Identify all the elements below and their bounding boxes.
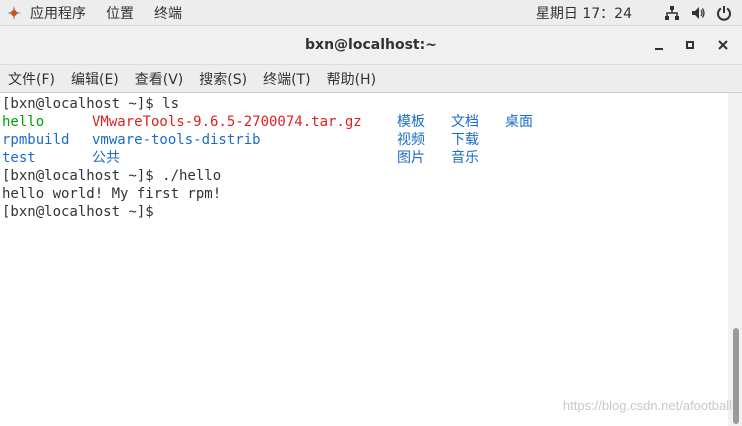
prompt-line: [bxn@localhost ~]$ ./hello — [2, 168, 222, 184]
minimize-icon[interactable] — [651, 37, 667, 53]
terminal-area[interactable]: [bxn@localhost ~]$ ls hello VMwareTools-… — [0, 93, 728, 426]
menu-edit[interactable]: 编辑(E) — [71, 69, 119, 89]
maximize-icon[interactable] — [682, 37, 698, 53]
places-label: 位置 — [106, 5, 134, 22]
ls-entry-directory: 音乐 — [451, 150, 479, 166]
ls-entry-directory: vmware-tools-distrib — [92, 132, 261, 148]
ls-entry-directory: 视频 — [397, 132, 425, 148]
ls-entry-archive: VMwareTools-9.6.5-2700074.tar.gz — [92, 114, 362, 130]
watermark: https://blog.csdn.net/afootball — [562, 398, 732, 413]
menu-view[interactable]: 查看(V) — [135, 69, 184, 89]
top-panel-right: 星期日 17：24 — [536, 0, 732, 25]
menu-terminal[interactable]: 终端(T) — [263, 69, 310, 89]
ls-entry-directory: 公共 — [92, 150, 120, 166]
applications-menu[interactable]: 应用程序 — [6, 3, 86, 23]
network-icon[interactable] — [664, 5, 680, 21]
close-icon[interactable] — [715, 37, 731, 53]
ls-entry-directory: 桌面 — [505, 114, 533, 130]
ls-entry-directory: 模板 — [397, 114, 425, 130]
program-output: hello world! My first rpm! — [2, 186, 222, 202]
ls-entry-executable: hello — [2, 114, 45, 130]
terminal-app-label: 终端 — [154, 5, 182, 22]
clock[interactable]: 星期日 17：24 — [536, 3, 632, 23]
window-titlebar[interactable]: bxn@localhost:~ — [0, 26, 742, 65]
scrollbar-thumb[interactable] — [733, 328, 739, 424]
applications-label: 应用程序 — [30, 5, 86, 22]
ls-entry-directory: 文档 — [451, 114, 479, 130]
prompt-line: [bxn@localhost ~]$ ls — [2, 96, 180, 112]
top-panel: 应用程序 位置 终端 星期日 17：24 — [0, 0, 742, 26]
volume-icon[interactable] — [690, 5, 706, 21]
places-menu[interactable]: 位置 — [106, 3, 134, 23]
menu-file[interactable]: 文件(F) — [8, 69, 55, 89]
window-title: bxn@localhost:~ — [305, 37, 437, 53]
menu-help[interactable]: 帮助(H) — [327, 69, 376, 89]
menu-search[interactable]: 搜索(S) — [199, 69, 247, 89]
prompt-line: [bxn@localhost ~]$ — [2, 204, 154, 220]
menubar: 文件(F) 编辑(E) 查看(V) 搜索(S) 终端(T) 帮助(H) — [0, 65, 742, 93]
terminal-app-menu[interactable]: 终端 — [154, 3, 182, 23]
power-icon[interactable] — [716, 5, 732, 21]
ls-entry-directory: 图片 — [397, 150, 425, 166]
ls-entry-directory: test — [2, 150, 36, 166]
ls-entry-directory: 下载 — [451, 132, 479, 148]
ls-entry-directory: rpmbuild — [2, 132, 70, 148]
applications-icon — [6, 5, 22, 21]
top-panel-left: 应用程序 位置 终端 — [6, 0, 202, 25]
